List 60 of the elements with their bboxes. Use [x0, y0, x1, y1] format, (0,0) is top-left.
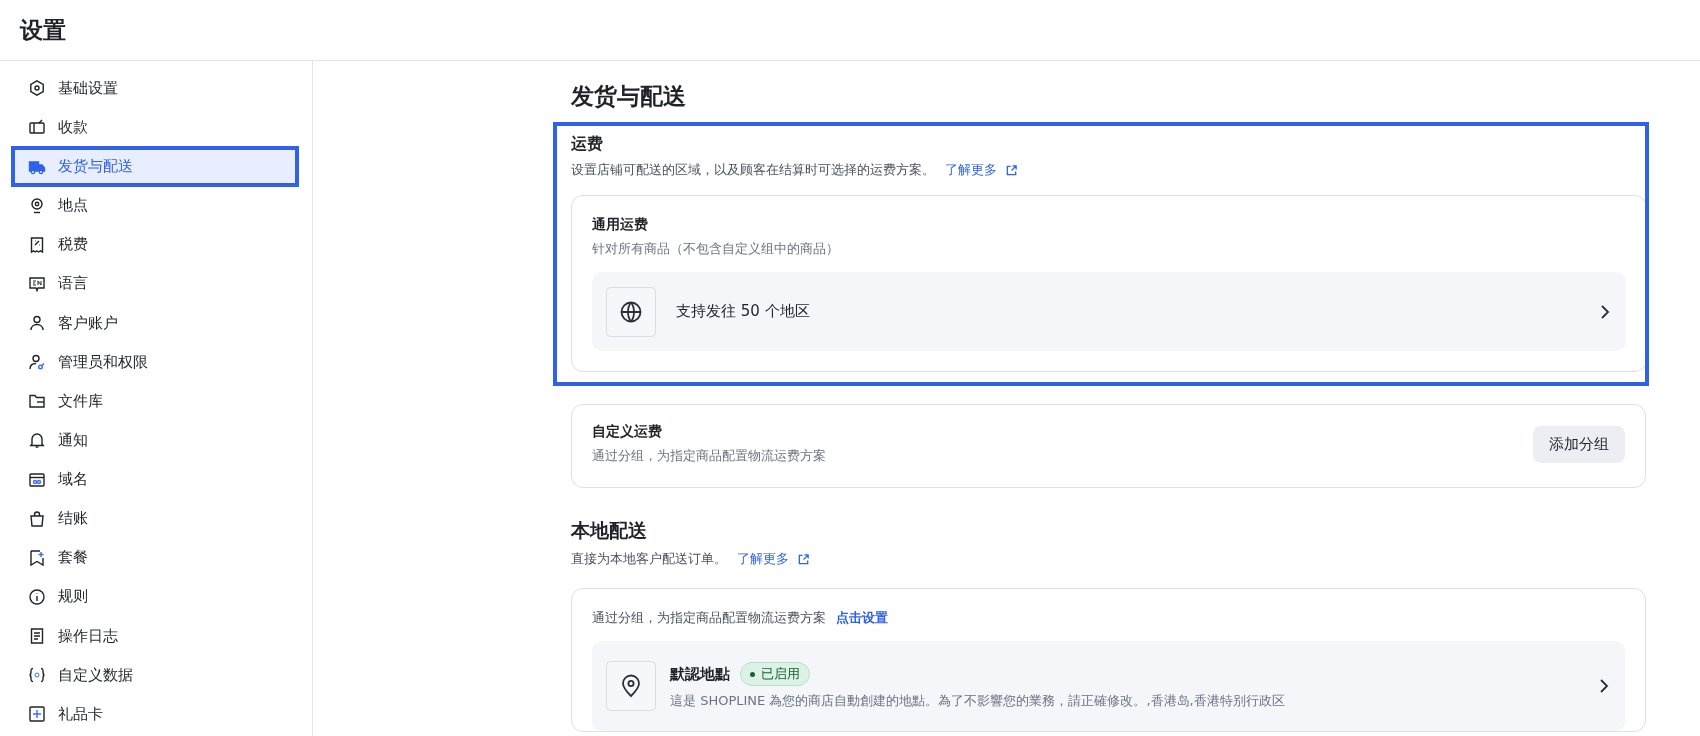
section-title: 本地配送: [571, 518, 648, 543]
sidebar-item[interactable]: 管理员和权限: [14, 344, 296, 380]
wallet-icon: [28, 118, 46, 137]
user-key-icon: [28, 353, 46, 372]
sidebar-item[interactable]: 客户账户: [14, 305, 296, 341]
hexagon-icon: [28, 79, 46, 98]
section-description: 直接为本地客户配送订单。: [571, 550, 727, 568]
sidebar-item[interactable]: 操作日志: [14, 618, 296, 654]
sidebar-item[interactable]: 套餐: [14, 540, 296, 576]
status-badge: 已启用: [740, 662, 810, 686]
folder-icon: [28, 392, 46, 411]
regions-row[interactable]: 支持发往 50 个地区: [592, 272, 1626, 351]
language-icon: [28, 274, 46, 293]
sidebar-item[interactable]: 自定义数据: [14, 657, 296, 693]
card-subtitle: 针对所有商品（不包含自定义组中的商品）: [592, 240, 840, 258]
setup-link[interactable]: 点击设置: [836, 609, 888, 627]
learn-more-link[interactable]: 了解更多: [945, 161, 1018, 179]
receipt-icon: [28, 235, 46, 254]
sidebar-item[interactable]: 域名: [14, 462, 296, 497]
regions-text: 支持发往 50 个地区: [676, 302, 811, 321]
sidebar-item[interactable]: 规则: [14, 579, 296, 615]
bell-icon: [28, 431, 46, 450]
gift-icon: [28, 705, 46, 724]
document-icon: [28, 627, 46, 646]
location-row[interactable]: 默認地點 已启用 這是 SHOPLINE 為您的商店自動創建的地點。為了不影響您的業務，請正確修改。,香港岛,香港特别行政区: [592, 641, 1625, 731]
learn-more-link[interactable]: 了解更多: [737, 550, 810, 568]
sidebar-item[interactable]: 通知: [14, 423, 296, 458]
card-title: 通用运费: [592, 216, 649, 234]
chevron-right-icon: [1600, 303, 1610, 320]
braces-icon: [28, 666, 46, 685]
info-icon: [28, 587, 46, 606]
sidebar-item[interactable]: 文件库: [14, 384, 296, 419]
bag-icon: [28, 509, 46, 528]
map-pin-icon: [606, 661, 656, 711]
add-group-button[interactable]: 添加分组: [1533, 425, 1625, 463]
location-name: 默認地點: [670, 664, 730, 684]
page-header-title: 设置: [20, 15, 66, 45]
sidebar-item[interactable]: 礼品卡: [14, 697, 296, 732]
sidebar-item[interactable]: 基础设置: [14, 71, 296, 106]
globe-icon: [606, 286, 656, 337]
domain-icon: [28, 470, 46, 489]
user-icon: [28, 314, 46, 333]
sidebar-item[interactable]: 收款: [14, 110, 296, 145]
sidebar-item[interactable]: 税费: [14, 227, 296, 263]
chevron-right-icon: [1599, 678, 1609, 694]
card-description: 通过分组，为指定商品配置物流运费方案: [592, 609, 826, 627]
bookmark-icon: [28, 548, 46, 567]
location-description: 這是 SHOPLINE 為您的商店自動創建的地點。為了不影響您的業務，請正確修改。,香港岛,香港特别行政区: [670, 692, 1286, 710]
card-title: 自定义运费: [592, 423, 663, 441]
sidebar-item[interactable]: 地点: [14, 188, 296, 223]
sidebar-item[interactable]: 语言: [14, 266, 296, 302]
page-title: 发货与配送: [571, 82, 687, 111]
sidebar-item[interactable]: 发货与配送: [14, 149, 296, 184]
card-subtitle: 通过分组，为指定商品配置物流运费方案: [592, 447, 826, 465]
external-link-icon: [797, 552, 810, 566]
pin-icon: [28, 196, 46, 215]
section-description: 设置店铺可配送的区域，以及顾客在结算时可选择的运费方案。: [571, 161, 935, 179]
section-title: 运费: [571, 134, 604, 155]
external-link-icon: [1005, 163, 1018, 177]
sidebar-item[interactable]: 结账: [14, 501, 296, 536]
